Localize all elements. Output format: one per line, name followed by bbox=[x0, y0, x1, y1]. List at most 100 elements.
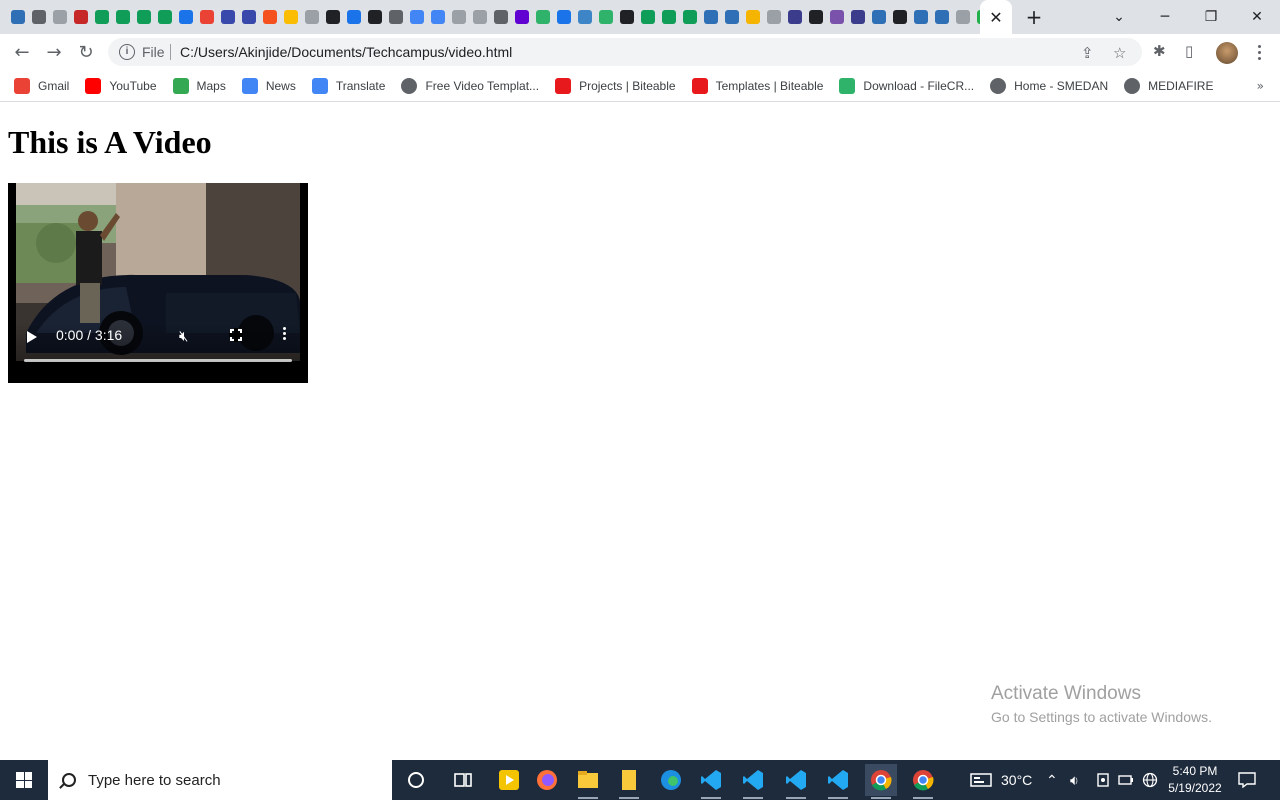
firefox-icon[interactable] bbox=[531, 764, 563, 796]
battery-icon[interactable] bbox=[1118, 760, 1134, 800]
pinned-tab-favicon-icon[interactable] bbox=[533, 8, 552, 26]
pinned-tab-favicon-icon[interactable] bbox=[113, 8, 132, 26]
pinned-tab-favicon-icon[interactable] bbox=[302, 8, 321, 26]
pinned-tab-favicon-icon[interactable] bbox=[596, 8, 615, 26]
pinned-tab-favicon-icon[interactable] bbox=[134, 8, 153, 26]
pinned-tab-favicon-icon[interactable] bbox=[281, 8, 300, 26]
notifications-icon[interactable] bbox=[1238, 760, 1256, 800]
pinned-tab-favicon-icon[interactable] bbox=[743, 8, 762, 26]
vscode-icon[interactable] bbox=[695, 764, 727, 799]
active-tab[interactable]: ✕ bbox=[980, 0, 1012, 34]
browser-menu-icon[interactable] bbox=[1252, 40, 1266, 64]
bookmark-item[interactable]: Free Video Templat... bbox=[401, 77, 539, 94]
forward-button[interactable]: → bbox=[40, 38, 68, 66]
vscode-icon[interactable] bbox=[737, 764, 769, 799]
pinned-tab-favicon-icon[interactable] bbox=[869, 8, 888, 26]
show-hidden-icons-icon[interactable]: ⌃ bbox=[1046, 760, 1058, 800]
pinned-tab-favicon-icon[interactable] bbox=[344, 8, 363, 26]
pinned-tab-favicon-icon[interactable] bbox=[617, 8, 636, 26]
minimize-button[interactable]: ─ bbox=[1142, 0, 1188, 34]
pinned-tab-favicon-icon[interactable] bbox=[890, 8, 909, 26]
pinned-tab-favicon-icon[interactable] bbox=[260, 8, 279, 26]
pinned-tab-favicon-icon[interactable] bbox=[701, 8, 720, 26]
task-view-icon[interactable] bbox=[447, 764, 479, 796]
taskbar-search-box[interactable]: Type here to search bbox=[48, 760, 392, 800]
bookmark-item[interactable]: MEDIAFIRE bbox=[1124, 77, 1213, 94]
close-tab-icon[interactable]: ✕ bbox=[989, 8, 1002, 27]
pinned-tab-favicon-icon[interactable] bbox=[92, 8, 111, 26]
pinned-tab-favicon-icon[interactable] bbox=[848, 8, 867, 26]
extensions-icon[interactable]: ✱ bbox=[1153, 42, 1166, 60]
pinned-tab-favicon-icon[interactable] bbox=[8, 8, 27, 26]
pinned-tab-favicon-icon[interactable] bbox=[407, 8, 426, 26]
pinned-tab-favicon-icon[interactable] bbox=[365, 8, 384, 26]
pinned-tab-favicon-icon[interactable] bbox=[197, 8, 216, 26]
pinned-tab-favicon-icon[interactable] bbox=[29, 8, 48, 26]
site-info-icon[interactable]: i bbox=[119, 44, 135, 60]
url-text[interactable]: C:/Users/Akinjide/Documents/Techcampus/v… bbox=[180, 44, 512, 60]
more-bookmarks-icon[interactable]: » bbox=[1257, 79, 1264, 93]
pinned-tab-favicon-icon[interactable] bbox=[386, 8, 405, 26]
start-button[interactable] bbox=[0, 760, 48, 800]
pinned-tab-favicon-icon[interactable] bbox=[449, 8, 468, 26]
pinned-tab-favicon-icon[interactable] bbox=[470, 8, 489, 26]
pinned-tab-favicon-icon[interactable] bbox=[659, 8, 678, 26]
volume-icon[interactable]: 🔉︎ bbox=[1070, 760, 1079, 800]
play-icon[interactable] bbox=[27, 331, 37, 343]
share-icon[interactable]: ⇪ bbox=[1081, 44, 1094, 62]
restore-button[interactable]: ❐ bbox=[1188, 0, 1234, 34]
bookmark-item[interactable]: Templates | Biteable bbox=[691, 77, 823, 94]
address-bar[interactable]: i File C:/Users/Akinjide/Documents/Techc… bbox=[108, 38, 1142, 66]
pinned-tab-favicon-icon[interactable] bbox=[71, 8, 90, 26]
file-explorer-icon[interactable] bbox=[572, 764, 604, 799]
media-player-icon[interactable] bbox=[493, 764, 525, 796]
tab-search-icon[interactable]: ⌄ bbox=[1096, 0, 1142, 34]
pinned-tab-favicon-icon[interactable] bbox=[575, 8, 594, 26]
pinned-tab-favicon-icon[interactable] bbox=[491, 8, 510, 26]
video-progress-bar[interactable] bbox=[24, 359, 292, 362]
pinned-tab-favicon-icon[interactable] bbox=[806, 8, 825, 26]
bookmark-item[interactable]: Home - SMEDAN bbox=[990, 77, 1108, 94]
profile-avatar[interactable] bbox=[1216, 42, 1238, 64]
bookmark-item[interactable]: YouTube bbox=[85, 77, 157, 94]
bookmark-item[interactable]: Projects | Biteable bbox=[555, 77, 676, 94]
bookmark-item[interactable]: Download - FileCR... bbox=[839, 77, 974, 94]
reload-button[interactable]: ↻ bbox=[72, 38, 100, 66]
side-panel-icon[interactable]: ▯ bbox=[1185, 42, 1193, 60]
close-window-button[interactable]: ✕ bbox=[1234, 0, 1280, 34]
pinned-tab-favicon-icon[interactable] bbox=[428, 8, 447, 26]
fullscreen-icon[interactable] bbox=[229, 328, 243, 342]
meet-now-icon[interactable] bbox=[1096, 760, 1110, 800]
pinned-tab-favicon-icon[interactable] bbox=[554, 8, 573, 26]
network-globe-icon[interactable] bbox=[1142, 760, 1158, 800]
pinned-tab-favicon-icon[interactable] bbox=[50, 8, 69, 26]
back-button[interactable]: ← bbox=[8, 38, 36, 66]
pinned-tab-favicon-icon[interactable] bbox=[764, 8, 783, 26]
pinned-tab-favicon-icon[interactable] bbox=[680, 8, 699, 26]
bookmark-star-icon[interactable]: ☆ bbox=[1113, 44, 1126, 62]
bookmark-item[interactable]: News bbox=[241, 77, 296, 94]
video-more-options-icon[interactable] bbox=[282, 327, 286, 343]
bookmark-item[interactable]: Maps bbox=[172, 77, 226, 94]
chrome-icon[interactable] bbox=[907, 764, 939, 799]
new-tab-button[interactable]: + bbox=[1022, 5, 1046, 29]
sticky-folder-icon[interactable] bbox=[613, 764, 645, 799]
edge-icon[interactable] bbox=[655, 764, 687, 796]
video-player[interactable]: 0:00 / 3:16 🔇︎ bbox=[8, 183, 308, 383]
bookmark-item[interactable]: Translate bbox=[311, 77, 385, 94]
pinned-tab-favicon-icon[interactable] bbox=[323, 8, 342, 26]
vscode-icon[interactable] bbox=[822, 764, 854, 799]
vscode-icon[interactable] bbox=[780, 764, 812, 799]
muted-icon[interactable]: 🔇︎ bbox=[179, 327, 188, 345]
pinned-tab-favicon-icon[interactable] bbox=[911, 8, 930, 26]
cortana-icon[interactable] bbox=[400, 764, 432, 796]
taskbar-clock[interactable]: 5:40 PM 5/19/2022 bbox=[1160, 763, 1230, 797]
weather-icon[interactable] bbox=[970, 760, 992, 800]
pinned-tab-favicon-icon[interactable] bbox=[155, 8, 174, 26]
pinned-tab-favicon-icon[interactable] bbox=[218, 8, 237, 26]
temperature[interactable]: 30°C bbox=[1001, 760, 1032, 800]
pinned-tab-favicon-icon[interactable] bbox=[785, 8, 804, 26]
pinned-tab-favicon-icon[interactable] bbox=[512, 8, 531, 26]
pinned-tab-favicon-icon[interactable] bbox=[722, 8, 741, 26]
pinned-tab-favicon-icon[interactable] bbox=[827, 8, 846, 26]
